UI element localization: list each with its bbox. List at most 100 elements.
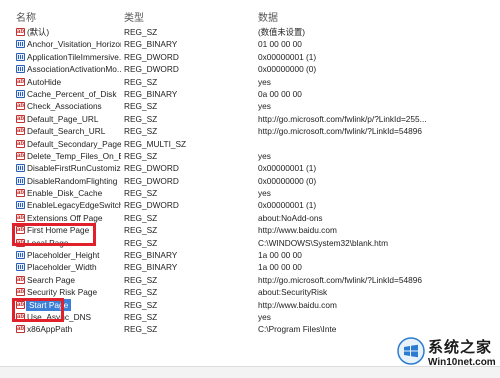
value-type: REG_BINARY (124, 262, 178, 273)
column-header-type[interactable]: 类型 (124, 9, 144, 24)
value-data: 0x00000001 (1) (258, 163, 317, 174)
table-row[interactable]: DisableRandomFlighting REG_DWORD 0x0000000… (0, 175, 500, 187)
value-name: Search Page (27, 274, 75, 285)
table-row[interactable]: EnableLegacyEdgeSwitch... REG_DWORD 0x0000… (0, 199, 500, 211)
value-type: REG_SZ (124, 101, 158, 112)
value-type: REG_SZ (124, 113, 158, 124)
value-data: http://www.baidu.com (258, 299, 337, 310)
value-type: REG_SZ (124, 274, 158, 285)
value-data: http://go.microsoft.com/fwlink/?LinkId=5… (258, 274, 422, 285)
value-data: http://www.baidu.com (258, 225, 337, 236)
value-data: 0x00000001 (1) (258, 200, 317, 211)
value-name: Default_Page_URL (27, 113, 99, 124)
binary-value-icon (16, 251, 25, 260)
table-row[interactable]: Default_Secondary_Page_...REG_MULTI_SZ (0, 138, 500, 150)
value-data: 01 00 00 00 (258, 39, 302, 50)
value-type: REG_MULTI_SZ (124, 138, 187, 149)
table-row[interactable]: Enable_Disk_Cache REG_SZ yes (0, 187, 500, 199)
string-value-icon (16, 213, 25, 222)
value-type: REG_SZ (124, 126, 158, 137)
value-data: 0x00000001 (1) (258, 51, 317, 62)
value-name: Default_Secondary_Page_... (27, 138, 121, 149)
value-name: ApplicationTileImmersive... (27, 51, 121, 62)
value-type: REG_BINARY (124, 39, 178, 50)
table-row[interactable]: ApplicationTileImmersive... REG_DWORD 0x00… (0, 51, 500, 63)
string-value-icon (16, 275, 25, 284)
binary-value-icon (16, 52, 25, 61)
watermark-url: Win10net.com (428, 357, 496, 368)
binary-value-icon (16, 89, 25, 98)
value-name: Placeholder_Width (27, 262, 97, 273)
string-value-icon (16, 102, 25, 111)
table-row[interactable]: Search Page REG_SZ http://go.microsoft.com… (0, 274, 500, 286)
value-type: REG_SZ (124, 311, 158, 322)
value-name: Enable_Disk_Cache (27, 188, 103, 199)
string-value-icon (16, 325, 25, 334)
column-header-data[interactable]: 数据 (258, 9, 278, 24)
binary-value-icon (16, 65, 25, 74)
value-data: yes (258, 101, 271, 112)
value-name: Delete_Temp_Files_On_Exit (27, 150, 121, 161)
value-data: about:SecurityRisk (258, 287, 328, 298)
binary-value-icon (16, 176, 25, 185)
highlight-box-start-page (12, 298, 64, 322)
value-data: 1a 00 00 00 (258, 250, 302, 261)
value-name: x86AppPath (27, 324, 73, 335)
value-name: EnableLegacyEdgeSwitch... (27, 200, 121, 211)
value-name: Cache_Percent_of_Disk (27, 88, 117, 99)
value-name: AssociationActivationMo... (27, 64, 121, 75)
value-type: REG_SZ (124, 287, 158, 298)
table-row[interactable]: Placeholder_Width REG_BINARY 1a 00 00 00 (0, 261, 500, 273)
table-row[interactable]: Check_Associations REG_SZ yes (0, 100, 500, 112)
string-value-icon (16, 189, 25, 198)
table-row[interactable]: Default_Search_URL REG_SZ http://go.micros… (0, 125, 500, 137)
watermark: 系统之家 Win10net.com (396, 334, 498, 374)
value-type: REG_DWORD (124, 175, 179, 186)
binary-value-icon (16, 164, 25, 173)
table-row[interactable]: Placeholder_Height REG_BINARY 1a 00 00 00 (0, 249, 500, 261)
value-name: Anchor_Visitation_Horizon (27, 39, 121, 50)
value-type: REG_DWORD (124, 51, 179, 62)
value-name: AutoHide (27, 76, 62, 87)
table-row[interactable]: DisableFirstRunCustomize REG_DWORD 0x00000… (0, 162, 500, 174)
column-header-name[interactable]: 名称 (16, 9, 36, 24)
column-header: 名称 类型 数据 (0, 0, 500, 26)
value-data: 0x00000000 (0) (258, 64, 317, 75)
table-row[interactable]: Cache_Percent_of_Disk REG_BINARY 0a 00 00 … (0, 88, 500, 100)
value-name: (默认) (27, 27, 50, 37)
value-name: Placeholder_Height (27, 250, 100, 261)
string-value-icon (16, 77, 25, 86)
table-row[interactable]: Use_Async_DNSREG_SZyes (0, 311, 500, 323)
binary-value-icon (16, 201, 25, 210)
value-data: 0x00000000 (0) (258, 175, 317, 186)
value-type: REG_SZ (124, 212, 158, 223)
windows-logo-icon (397, 337, 425, 365)
table-row[interactable]: Security Risk Page REG_SZ about:SecurityRi… (0, 286, 500, 298)
value-data: yes (258, 150, 271, 161)
string-value-icon (16, 28, 25, 36)
value-data: about:NoAdd-ons (258, 212, 323, 223)
value-type: REG_SZ (124, 237, 158, 248)
string-value-icon (16, 114, 25, 123)
table-row[interactable]: (默认) REG_SZ (数值未设置) (0, 26, 500, 38)
table-row[interactable]: AssociationActivationMo... REG_DWORD 0x000… (0, 63, 500, 75)
registry-values-list: (默认)REG_SZ(数值未设置)Anchor_Visitation_Horiz… (0, 26, 500, 336)
table-row[interactable]: Anchor_Visitation_Horizon REG_BINARY 01 00… (0, 38, 500, 50)
value-name: Default_Search_URL (27, 126, 106, 137)
value-data: http://go.microsoft.com/fwlink/?LinkId=5… (258, 126, 422, 137)
table-row[interactable]: Default_Page_URL REG_SZ http://go.microsof… (0, 113, 500, 125)
value-data: yes (258, 311, 271, 322)
value-data: yes (258, 76, 271, 87)
string-value-icon (16, 139, 25, 148)
highlight-box-first-home-page (12, 223, 96, 246)
value-type: REG_SZ (124, 324, 158, 335)
table-row[interactable]: AutoHide REG_SZ yes (0, 76, 500, 88)
table-row[interactable]: Start PageREG_SZhttp://www.baidu.com (0, 298, 500, 311)
value-data: C:\WINDOWS\System32\blank.htm (258, 237, 389, 248)
value-type: REG_SZ (124, 225, 158, 236)
value-data: 0a 00 00 00 (258, 88, 302, 99)
binary-value-icon (16, 263, 25, 272)
value-type: REG_DWORD (124, 200, 179, 211)
table-row[interactable]: Delete_Temp_Files_On_ExitREG_SZ yes (0, 150, 500, 162)
value-type: REG_SZ (124, 27, 158, 37)
